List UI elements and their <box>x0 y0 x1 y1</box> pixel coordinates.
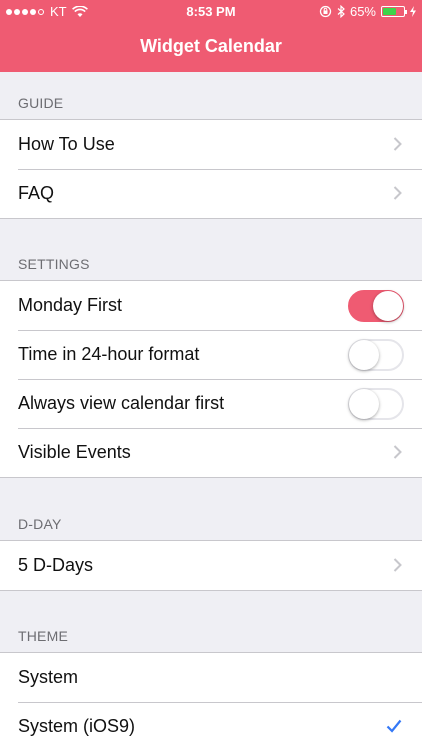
section-header-guide: GUIDE <box>18 95 64 111</box>
row-theme-system-ios9[interactable]: System (iOS9) <box>0 702 422 750</box>
chevron-right-icon <box>393 137 402 151</box>
nav-header: KT 8:53 PM 65% Widget Calendar <box>0 0 422 72</box>
chevron-right-icon <box>393 445 402 459</box>
status-right: 65% <box>319 4 416 19</box>
row-label: Monday First <box>18 295 123 315</box>
section-header-theme: THEME <box>18 628 68 644</box>
status-bar: KT 8:53 PM 65% <box>0 0 422 24</box>
charging-bolt-icon <box>410 6 416 17</box>
chevron-right-icon <box>393 558 402 572</box>
row-label: Always view calendar first <box>18 393 225 413</box>
row-theme-system[interactable]: System <box>0 653 422 702</box>
page-title: Widget Calendar <box>140 36 282 56</box>
battery-percent: 65% <box>349 4 376 19</box>
battery-icon <box>381 6 407 17</box>
guide-group: How To Use FAQ <box>0 119 422 219</box>
row-d-days[interactable]: 5 D-Days <box>0 541 422 590</box>
bluetooth-icon <box>337 5 345 18</box>
rotation-lock-icon <box>319 5 332 18</box>
checkmark-icon <box>386 719 402 733</box>
row-always-view-calendar-first: Always view calendar first <box>0 379 422 428</box>
row-label: System (iOS9) <box>18 716 136 736</box>
settings-group: Monday First Time in 24-hour format Alwa… <box>0 280 422 478</box>
row-label: Visible Events <box>18 442 131 462</box>
row-24-hour-format: Time in 24-hour format <box>0 330 422 379</box>
theme-group: System System (iOS9) <box>0 652 422 750</box>
24-hour-format-toggle[interactable] <box>348 339 404 371</box>
row-visible-events[interactable]: Visible Events <box>0 428 422 477</box>
always-view-calendar-first-toggle[interactable] <box>348 388 404 420</box>
row-monday-first: Monday First <box>0 281 422 330</box>
battery-level <box>383 8 396 15</box>
row-label: FAQ <box>18 183 55 203</box>
dday-group: 5 D-Days <box>0 540 422 591</box>
monday-first-toggle[interactable] <box>348 290 404 322</box>
row-faq[interactable]: FAQ <box>0 169 422 218</box>
row-label: How To Use <box>18 134 115 154</box>
row-label: System <box>18 667 79 687</box>
row-label: Time in 24-hour format <box>18 344 200 364</box>
section-header-settings: SETTINGS <box>18 256 90 272</box>
row-how-to-use[interactable]: How To Use <box>0 120 422 169</box>
chevron-right-icon <box>393 186 402 200</box>
row-label: 5 D-Days <box>18 555 94 575</box>
section-header-dday: D-DAY <box>18 516 62 532</box>
